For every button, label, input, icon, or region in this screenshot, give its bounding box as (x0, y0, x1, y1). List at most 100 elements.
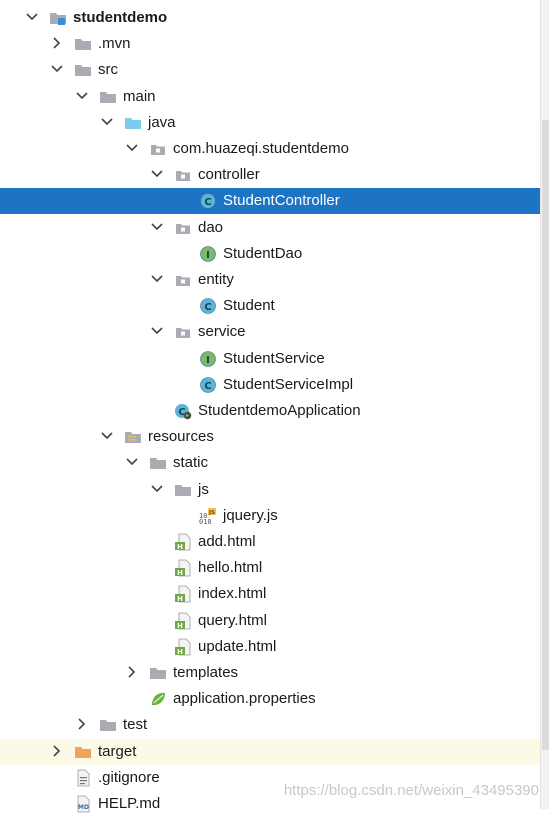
svg-text:H: H (177, 543, 183, 551)
tree-row-resources[interactable]: resources (0, 424, 540, 450)
chevron-down-icon[interactable] (150, 324, 164, 338)
svg-text:I: I (206, 355, 210, 366)
tree-row-add-html[interactable]: Hadd.html (0, 529, 540, 555)
excluded-folder-icon (74, 743, 92, 761)
chevron-down-icon[interactable] (125, 141, 139, 155)
svg-text:MD: MD (78, 804, 89, 811)
chevron-down-icon[interactable] (150, 482, 164, 496)
chevron-down-icon[interactable] (75, 89, 89, 103)
tree-item-label: com.huazeqi.studentdemo (173, 140, 349, 157)
package-icon (174, 271, 192, 289)
chevron-right-icon[interactable] (125, 665, 139, 679)
tree-item-label: .mvn (98, 35, 131, 52)
tree-row-test[interactable]: test (0, 712, 540, 738)
html-file-icon: H (174, 533, 192, 551)
tree-item-label: StudentdemoApplication (198, 402, 361, 419)
html-file-icon: H (174, 612, 192, 630)
tree-row-studentdao[interactable]: I StudentDao (0, 241, 540, 267)
chevron-down-icon[interactable] (150, 272, 164, 286)
tree-item-label: main (123, 88, 156, 105)
scrollbar-thumb[interactable] (542, 120, 549, 750)
chevron-right-icon[interactable] (75, 717, 89, 731)
tree-item-label: StudentServiceImpl (223, 376, 354, 393)
tree-item-label: Student (223, 297, 275, 314)
tree-row-dao[interactable]: dao (0, 215, 540, 241)
tree-row-mvn[interactable]: .mvn (0, 31, 540, 57)
tree-row-studentservice[interactable]: I StudentService (0, 346, 540, 372)
tree-item-label: query.html (198, 612, 267, 629)
tree-row-js[interactable]: js (0, 477, 540, 503)
tree-item-label: test (123, 716, 148, 733)
html-file-icon: H (174, 638, 192, 656)
tree-item-label: add.html (198, 533, 256, 550)
tree-item-label: .gitignore (98, 769, 160, 786)
tree-row-studentcontroller[interactable]: C StudentController (0, 188, 540, 214)
tree-row-service[interactable]: service (0, 319, 540, 345)
tree-row-entity[interactable]: entity (0, 267, 540, 293)
tree-row-templates[interactable]: templates (0, 660, 540, 686)
svg-text:H: H (177, 569, 183, 577)
tree-item-label: entity (198, 271, 234, 288)
tree-row-hello-html[interactable]: Hhello.html (0, 555, 540, 581)
package-icon (149, 140, 167, 158)
svg-text:JS: JS (208, 510, 215, 516)
spring-properties-icon (149, 690, 167, 708)
tree-row-application-properties[interactable]: application.properties (0, 686, 540, 712)
chevron-down-icon[interactable] (100, 115, 114, 129)
tree-item-label: hello.html (198, 559, 263, 576)
tree-item-label: HELP.md (98, 795, 161, 812)
resources-folder-icon (124, 428, 142, 446)
tree-item-label: controller (198, 166, 260, 183)
tree-item-label: StudentDao (223, 245, 303, 262)
chevron-down-icon[interactable] (100, 429, 114, 443)
folder-icon (99, 88, 117, 106)
chevron-down-icon[interactable] (25, 10, 39, 24)
tree-row-controller[interactable]: controller (0, 162, 540, 188)
chevron-down-icon[interactable] (150, 167, 164, 181)
tree-row-student[interactable]: C Student (0, 293, 540, 319)
vertical-scrollbar[interactable] (540, 0, 549, 809)
tree-item-label: StudentController (223, 192, 340, 209)
tree-item-label: templates (173, 664, 239, 681)
svg-text:H: H (177, 648, 183, 656)
tree-row-jquery-js[interactable]: 010 10 JS jquery.js (0, 503, 540, 529)
tree-row-com-huazeqi-studentdemo[interactable]: com.huazeqi.studentdemo (0, 136, 540, 162)
folder-icon (74, 61, 92, 79)
tree-item-label: dao (198, 219, 224, 236)
folder-icon (149, 454, 167, 472)
tree-item-label: index.html (198, 585, 267, 602)
tree-item-label: application.properties (173, 690, 316, 707)
tree-row-main[interactable]: main (0, 84, 540, 110)
package-icon (174, 166, 192, 184)
spring-boot-class-icon: C (174, 402, 192, 420)
chevron-down-icon[interactable] (150, 220, 164, 234)
text-file-icon (74, 769, 92, 787)
chevron-down-icon[interactable] (50, 62, 64, 76)
tree-item-label: resources (148, 428, 214, 445)
package-icon (174, 219, 192, 237)
tree-row-static[interactable]: static (0, 450, 540, 476)
svg-text:H: H (177, 622, 183, 630)
folder-icon (174, 481, 192, 499)
tree-row-studentserviceimpl[interactable]: C StudentServiceImpl (0, 372, 540, 398)
module-folder-icon (49, 9, 67, 27)
chevron-right-icon[interactable] (50, 744, 64, 758)
tree-item-label: update.html (198, 638, 277, 655)
html-file-icon: H (174, 585, 192, 603)
svg-text:C: C (204, 197, 211, 208)
tree-item-label: studentdemo (73, 9, 168, 26)
folder-icon (74, 35, 92, 53)
chevron-down-icon[interactable] (125, 455, 139, 469)
tree-row-studentdemoapplication[interactable]: C StudentdemoApplication (0, 398, 540, 424)
tree-item-label: target (98, 743, 137, 760)
tree-row-target[interactable]: target (0, 739, 549, 765)
chevron-right-icon[interactable] (50, 36, 64, 50)
svg-text:C: C (204, 302, 211, 313)
tree-row-update-html[interactable]: Hupdate.html (0, 634, 540, 660)
tree-item-label: java (148, 114, 176, 131)
tree-row-query-html[interactable]: Hquery.html (0, 608, 540, 634)
tree-row-src[interactable]: src (0, 57, 540, 83)
tree-row-index-html[interactable]: Hindex.html (0, 581, 540, 607)
tree-row-studentdemo[interactable]: studentdemo (0, 5, 540, 31)
tree-row-java[interactable]: java (0, 110, 540, 136)
